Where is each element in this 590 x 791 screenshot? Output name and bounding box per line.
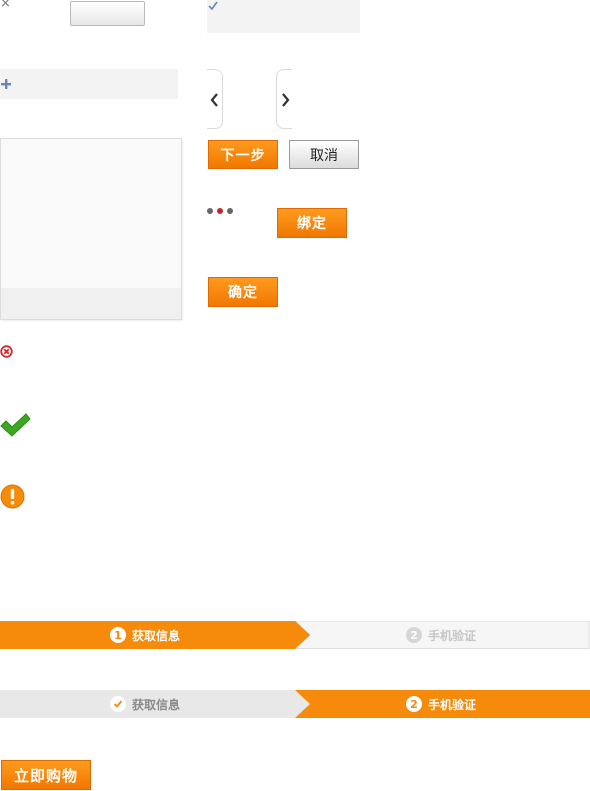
step-number-badge: 1: [110, 627, 126, 643]
step-progress-bar: 1 获取信息 2 手机验证: [0, 621, 590, 649]
chevron-right-icon: [282, 93, 290, 107]
check-icon: [110, 696, 126, 712]
pagination-dot[interactable]: [207, 208, 213, 214]
step-progress-bar: 获取信息 2 手机验证: [0, 690, 590, 718]
error-circle-icon: [0, 345, 13, 362]
step-label: 手机验证: [428, 697, 477, 712]
step-phone-verify-active: 2 手机验证: [406, 690, 476, 718]
close-icon[interactable]: ×: [0, 0, 12, 10]
bind-button[interactable]: 绑定: [277, 208, 347, 238]
step-number-badge: 2: [406, 627, 422, 643]
step-label: 获取信息: [132, 628, 181, 643]
plain-button[interactable]: [70, 1, 145, 26]
add-bar[interactable]: [0, 69, 178, 99]
pagination-dot-active[interactable]: [217, 208, 223, 214]
chevron-left-icon: [210, 93, 218, 107]
step-label: 手机验证: [428, 628, 477, 643]
step-get-info-active: 1 获取信息: [110, 621, 180, 649]
panel-footer: [1, 288, 181, 319]
next-step-button[interactable]: 下一步: [208, 140, 278, 169]
pagination-dot[interactable]: [227, 208, 233, 214]
step-label: 获取信息: [132, 697, 181, 712]
content-panel: [0, 138, 182, 320]
step-phone-verify-inactive: 2 手机验证: [406, 621, 476, 649]
cancel-button[interactable]: 取消: [289, 140, 359, 169]
checked-bar[interactable]: [207, 0, 360, 33]
warning-circle-icon: [0, 484, 25, 513]
next-arrow-button[interactable]: [276, 69, 292, 129]
step-number-badge: 2: [406, 696, 422, 712]
green-check-icon: [0, 413, 31, 442]
plus-icon: [1, 79, 11, 89]
confirm-button[interactable]: 确定: [208, 277, 278, 307]
check-icon: [208, 1, 218, 11]
buy-now-button[interactable]: 立即购物: [1, 760, 91, 790]
pagination-dots: [207, 207, 243, 215]
prev-arrow-button[interactable]: [207, 69, 223, 129]
step-get-info-done: 获取信息: [110, 690, 180, 718]
